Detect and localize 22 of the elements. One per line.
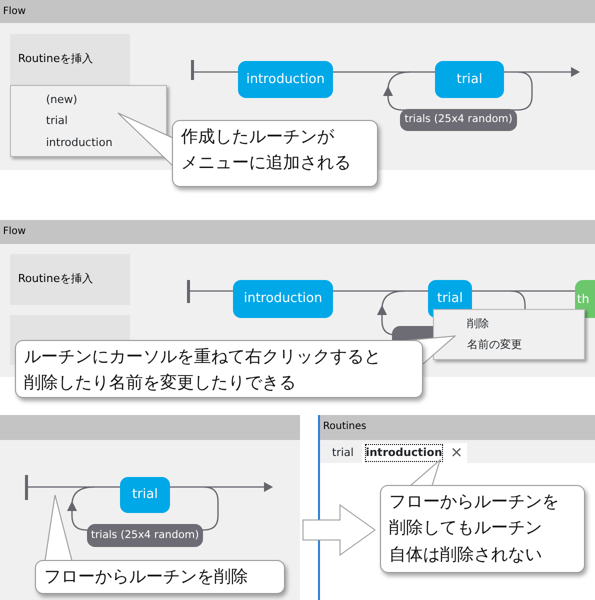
callout-text: ルーチンにカーソルを重ねて右クリックすると 削除したり名前を変更したりできる xyxy=(15,340,423,398)
flow-start-marker xyxy=(191,60,194,80)
callout-pointer xyxy=(118,112,174,168)
loop-label[interactable]: trials (25x4 random) xyxy=(87,524,203,547)
loop-label[interactable]: trials (25x4 random) xyxy=(400,109,517,131)
callout-pointer xyxy=(44,494,73,562)
callout-text: フローからルーチンを 削除してもルーチン 自体は削除されない xyxy=(380,485,585,573)
flow-start-marker xyxy=(25,475,28,500)
menu-item[interactable]: trial xyxy=(46,113,68,130)
panel-header: Routines xyxy=(320,415,595,440)
insert-routine-button[interactable]: Routineを挿入 xyxy=(10,254,130,305)
insert-routine-button[interactable]: Routineを挿入 xyxy=(10,34,130,85)
callout-pointer xyxy=(408,458,441,486)
flow-start-marker xyxy=(187,280,190,303)
panel-header: Flow xyxy=(0,220,595,244)
menu-item[interactable]: introduction xyxy=(46,135,112,152)
menu-item[interactable]: 名前の変更 xyxy=(467,337,522,354)
close-icon[interactable]: × xyxy=(450,445,463,460)
menu-item[interactable]: (new) xyxy=(46,92,78,108)
panel-header: Flow xyxy=(0,0,595,23)
menu-item[interactable]: 削除 xyxy=(467,316,489,332)
routine-tab[interactable]: trial xyxy=(328,442,358,463)
